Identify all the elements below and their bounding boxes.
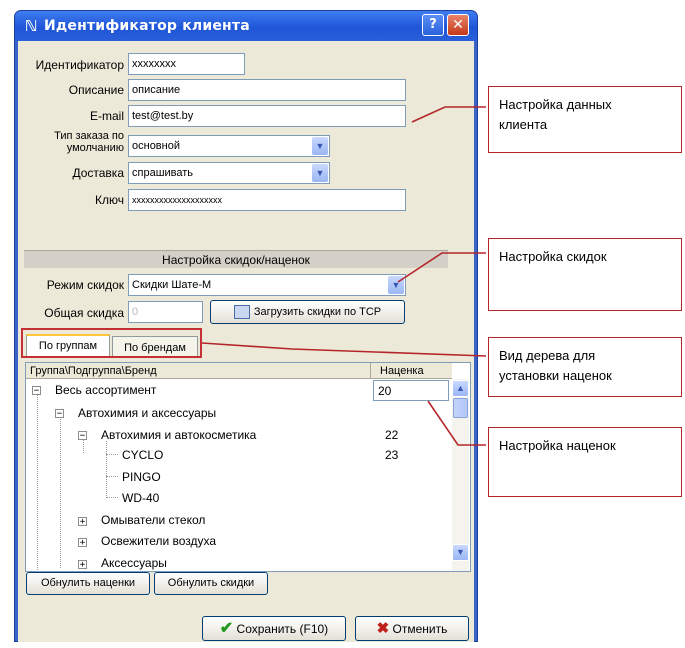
callout-markups: Настройка наценок bbox=[488, 427, 682, 497]
client-data-pointer bbox=[411, 106, 486, 123]
callout-tree-view: Вид дерева для установки наценок bbox=[488, 337, 682, 397]
markups-pointer bbox=[427, 400, 486, 446]
callout-discounts: Настройка скидок bbox=[488, 238, 682, 311]
callout-client-data: Настройка данных клиента bbox=[488, 86, 682, 153]
discounts-pointer bbox=[397, 252, 486, 283]
tree-view-pointer bbox=[201, 342, 487, 357]
